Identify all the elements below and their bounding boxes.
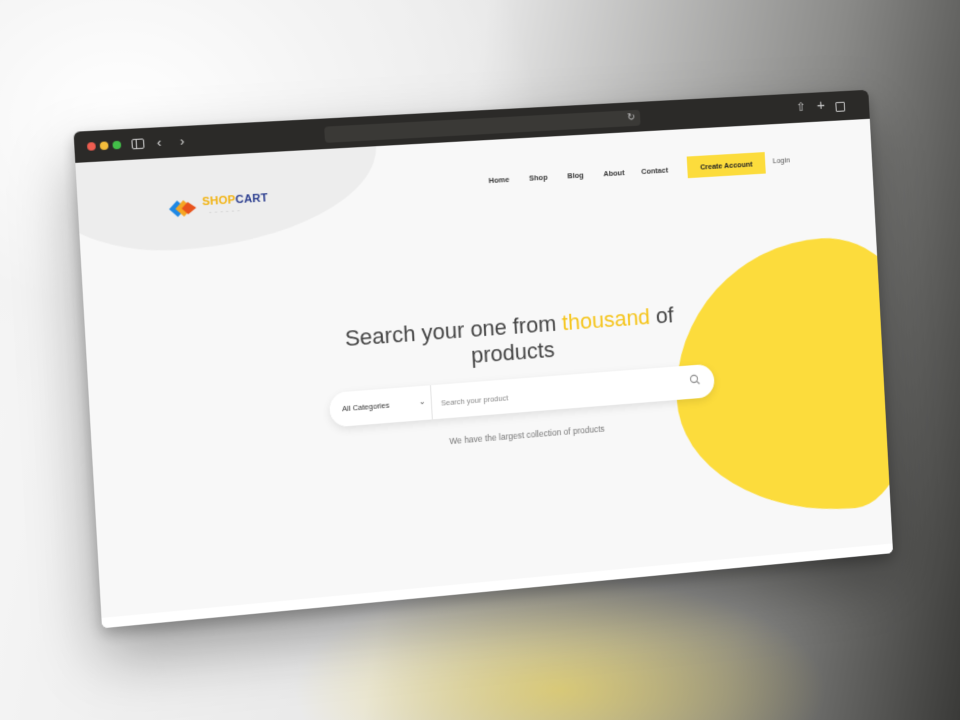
nav-home[interactable]: Home	[488, 175, 509, 185]
reload-icon[interactable]: ↻	[627, 110, 636, 126]
search-input[interactable]	[438, 374, 678, 413]
logo-wordmark: SHOPCART	[202, 192, 268, 208]
category-select[interactable]: All Categories ⌄	[329, 385, 433, 427]
tab-overview-icon[interactable]	[835, 102, 845, 112]
nav-blog[interactable]: Blog	[567, 171, 584, 181]
shopping-tags-icon	[166, 197, 199, 219]
browser-window-frame: ‹ › ↻ ⇧ + SHOPCART ~ ~ ~ ~ ~ ~ Home Shop…	[74, 90, 894, 629]
maximize-window-button[interactable]	[112, 141, 121, 150]
hero-tagline: We have the largest collection of produc…	[438, 423, 616, 447]
plus-icon[interactable]: +	[816, 98, 825, 114]
create-account-button[interactable]: Create Account	[687, 152, 766, 178]
nav-about[interactable]: About	[603, 168, 625, 178]
web-page: SHOPCART ~ ~ ~ ~ ~ ~ Home Shop Blog Abou…	[75, 119, 893, 629]
sidebar-toggle-icon[interactable]	[131, 138, 144, 149]
category-select-value: All Categories	[342, 401, 390, 414]
chevron-down-icon: ⌄	[419, 397, 426, 407]
nav-contact[interactable]: Contact	[641, 166, 668, 176]
chevron-left-icon[interactable]: ‹	[156, 134, 161, 151]
logo-tagline: ~ ~ ~ ~ ~ ~	[209, 208, 241, 215]
close-window-button[interactable]	[87, 142, 96, 151]
hero-headline: Search your one from thousand of product…	[330, 302, 688, 380]
headline-highlight: thousand	[561, 304, 650, 335]
search-icon[interactable]	[689, 373, 701, 386]
nav-shop[interactable]: Shop	[529, 173, 548, 183]
browser-window: ‹ › ↻ ⇧ + SHOPCART ~ ~ ~ ~ ~ ~ Home Shop…	[74, 90, 894, 629]
minimize-window-button[interactable]	[100, 141, 109, 150]
login-link[interactable]: Login	[772, 155, 790, 165]
chevron-right-icon[interactable]: ›	[179, 133, 184, 150]
share-icon[interactable]: ⇧	[796, 99, 806, 115]
